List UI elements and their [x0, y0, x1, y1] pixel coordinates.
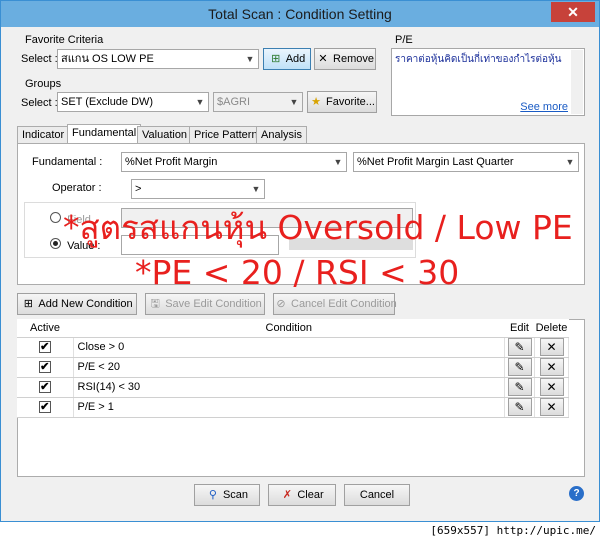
table-header-row: Active Condition Edit Delete	[17, 319, 569, 338]
clear-icon: ✗	[282, 489, 292, 501]
groups-value: SET (Exclude DW)	[61, 96, 154, 108]
delete-icon[interactable]: ✕	[539, 358, 564, 376]
remove-icon: ✕	[318, 53, 328, 65]
title-bar[interactable]: Total Scan : Condition Setting ✕	[1, 1, 599, 27]
favorite-select-label: Select :	[21, 53, 58, 65]
edit-icon[interactable]: ✎	[507, 398, 532, 416]
delete-icon[interactable]: ✕	[539, 338, 564, 356]
close-button[interactable]: ✕	[551, 2, 595, 22]
fundamental-compare-value: %Net Profit Margin Last Quarter	[357, 156, 514, 168]
active-checkbox[interactable]: ✔	[38, 341, 51, 353]
chevron-down-icon: ▼	[289, 97, 299, 107]
edit-icon[interactable]: ✎	[507, 338, 532, 356]
delete-header: Delete	[534, 319, 569, 338]
cancel-button[interactable]: Cancel	[344, 484, 410, 506]
condition-header: Condition	[73, 319, 505, 338]
edit-icon[interactable]: ✎	[507, 358, 532, 376]
add-favorite-button[interactable]: ⊞ Add	[263, 48, 311, 70]
condition-setting-window: Total Scan : Condition Setting ✕ Favorit…	[0, 0, 600, 522]
operator-value: >	[135, 183, 142, 195]
operator-label: Operator :	[52, 182, 102, 194]
chevron-down-icon: ▼	[245, 54, 255, 64]
chevron-down-icon: ▼	[251, 184, 261, 194]
cancel-edit-condition-button: ⊘ Cancel Edit Condition	[273, 293, 397, 315]
clear-button[interactable]: ✗ Clear	[268, 484, 336, 506]
operator-dropdown[interactable]: > ▼	[131, 179, 265, 199]
field-radio[interactable]	[50, 212, 61, 223]
add-new-condition-button[interactable]: ⊞ Add New Condition	[17, 293, 137, 315]
pe-description-text: ราคาต่อหุ้นคิดเป็นกี่เท่าของกำไรต่อหุ้น	[395, 54, 562, 65]
sector-dropdown: $AGRI ▼	[213, 92, 303, 112]
fundamental-field-dropdown[interactable]: %Net Profit Margin ▼	[121, 152, 347, 172]
active-checkbox[interactable]: ✔	[38, 401, 51, 413]
favorite-criteria-value: สแกน OS LOW PE	[61, 53, 154, 65]
add-icon: ⊞	[23, 298, 34, 310]
pe-box-label: P/E	[395, 34, 413, 46]
tab-indicator[interactable]: Indicator	[17, 126, 70, 144]
star-icon: ★	[311, 96, 321, 108]
groups-dropdown[interactable]: SET (Exclude DW) ▼	[57, 92, 209, 112]
footer-strip: [659x557] http://upic.me/	[0, 522, 600, 541]
fundamental-compare-dropdown[interactable]: %Net Profit Margin Last Quarter ▼	[353, 152, 579, 172]
conditions-table: Active Condition Edit Delete ✔ Close > 0…	[17, 319, 569, 418]
tab-price-pattern[interactable]: Price Pattern	[189, 126, 263, 144]
delete-icon[interactable]: ✕	[539, 378, 564, 396]
add-icon: ⊞	[271, 53, 281, 65]
cancel-icon: ⊘	[276, 298, 286, 310]
active-checkbox[interactable]: ✔	[38, 381, 51, 393]
condition-cell: P/E < 20	[73, 357, 505, 378]
tab-analysis[interactable]: Analysis	[256, 126, 307, 144]
fundamental-label: Fundamental :	[32, 156, 103, 168]
window-title: Total Scan : Condition Setting	[208, 6, 392, 22]
tab-valuation[interactable]: Valuation	[137, 126, 193, 144]
favorite-criteria-label: Favorite Criteria	[25, 34, 104, 46]
pe-box-scrollbar[interactable]	[571, 50, 583, 114]
see-more-link[interactable]: See more	[520, 101, 568, 113]
groups-select-label: Select :	[21, 97, 58, 109]
value-radio[interactable]	[50, 238, 61, 249]
scan-button[interactable]: ⚲ Scan	[194, 484, 260, 506]
tab-fundamental[interactable]: Fundamental	[67, 124, 142, 144]
groups-label: Groups	[25, 78, 62, 90]
table-row[interactable]: ✔ P/E > 1 ✎ ✕	[17, 397, 569, 418]
condition-cell: RSI(14) < 30	[73, 377, 505, 398]
fundamental-field-value: %Net Profit Margin	[125, 156, 218, 168]
annotation-line-2: *PE < 20 / RSI < 30	[135, 253, 460, 292]
pe-description-box: ราคาต่อหุ้นคิดเป็นกี่เท่าของกำไรต่อหุ้น …	[391, 48, 585, 116]
table-row[interactable]: ✔ Close > 0 ✎ ✕	[17, 337, 569, 358]
save-icon: 🖫	[150, 298, 160, 310]
table-row[interactable]: ✔ RSI(14) < 30 ✎ ✕	[17, 377, 569, 398]
help-icon[interactable]: ?	[569, 486, 584, 501]
save-edit-condition-button: 🖫 Save Edit Condition	[145, 293, 265, 315]
chevron-down-icon: ▼	[333, 157, 343, 167]
remove-favorite-button[interactable]: ✕ Remove	[314, 48, 376, 70]
condition-cell: Close > 0	[73, 337, 505, 358]
edit-icon[interactable]: ✎	[507, 378, 532, 396]
sector-value: $AGRI	[217, 96, 251, 108]
delete-icon[interactable]: ✕	[539, 398, 564, 416]
chevron-down-icon: ▼	[195, 97, 205, 107]
active-checkbox[interactable]: ✔	[38, 361, 51, 373]
table-row[interactable]: ✔ P/E < 20 ✎ ✕	[17, 357, 569, 378]
favorite-criteria-dropdown[interactable]: สแกน OS LOW PE ▼	[57, 49, 259, 69]
edit-header: Edit	[504, 319, 535, 338]
condition-cell: P/E > 1	[73, 397, 505, 418]
search-icon: ⚲	[208, 489, 217, 501]
active-header: Active	[17, 319, 73, 338]
favorite-groups-button[interactable]: ★ Favorite...	[307, 91, 377, 113]
watermark-text: [659x557] http://upic.me/	[430, 524, 596, 537]
annotation-line-1: *สูตรสแกนหุ้น Oversold / Low PE	[63, 208, 573, 247]
chevron-down-icon: ▼	[565, 157, 575, 167]
